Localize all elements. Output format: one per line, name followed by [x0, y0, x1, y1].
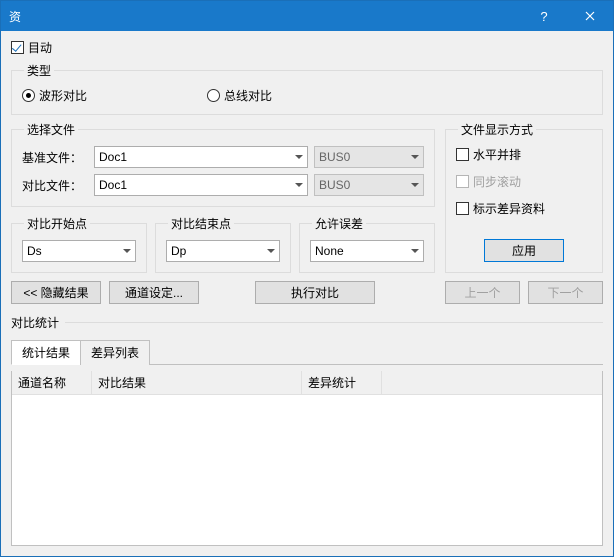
tab-diff-list[interactable]: 差异列表 [80, 340, 150, 365]
table-header: 通道名称 对比结果 差异统计 [12, 371, 602, 395]
checkbox-icon [456, 148, 469, 161]
chevron-down-icon [123, 249, 131, 253]
select-value: BUS0 [319, 150, 350, 164]
tolerance-legend: 允许误差 [312, 215, 366, 232]
button-label: 下一个 [547, 284, 583, 301]
tab-label: 统计结果 [22, 346, 70, 360]
column-spacer [382, 371, 602, 394]
auto-checkbox[interactable]: 目动 [11, 39, 603, 56]
action-row: << 隐藏结果 通道设定... 执行对比 上一个 下一个 [11, 281, 603, 304]
apply-button[interactable]: 应用 [484, 239, 564, 262]
cmp-file-select[interactable]: Doc1 [94, 174, 308, 196]
mid-left: 选择文件 基准文件： Doc1 BUS0 [11, 121, 435, 273]
auto-checkbox-label: 目动 [28, 39, 52, 56]
cmp-file-label: 对比文件： [22, 177, 88, 194]
tolerance-select[interactable]: None [310, 240, 424, 262]
button-label: << 隐藏结果 [23, 284, 88, 301]
tabs: 统计结果 差异列表 [11, 339, 603, 365]
select-value: Doc1 [99, 150, 127, 164]
sync-scroll-checkbox: 同步滚动 [456, 173, 592, 190]
stats-legend: 对比统计 [11, 314, 59, 331]
range-row: 对比开始点 Ds 对比结束点 Dp 允许误差 [11, 215, 435, 273]
tolerance-group: 允许误差 None [299, 215, 435, 273]
result-table: 通道名称 对比结果 差异统计 [11, 371, 603, 546]
column-diff-stats[interactable]: 差异统计 [302, 371, 382, 394]
select-value: Doc1 [99, 178, 127, 192]
column-channel-name[interactable]: 通道名称 [12, 371, 92, 394]
radio-label: 波形对比 [39, 87, 87, 104]
end-group: 对比结束点 Dp [155, 215, 291, 273]
checkbox-icon [456, 175, 469, 188]
mid-panel: 选择文件 基准文件： Doc1 BUS0 [11, 121, 603, 273]
type-legend: 类型 [24, 62, 54, 79]
end-legend: 对比结束点 [168, 215, 234, 232]
close-icon [585, 11, 595, 21]
chevron-down-icon [295, 183, 303, 187]
display-legend: 文件显示方式 [458, 121, 536, 138]
radio-waveform[interactable]: 波形对比 [22, 87, 87, 104]
button-label: 执行对比 [291, 284, 339, 301]
end-select[interactable]: Dp [166, 240, 280, 262]
checkbox-label: 同步滚动 [473, 173, 521, 190]
cmp-bus-select: BUS0 [314, 174, 424, 196]
start-select[interactable]: Ds [22, 240, 136, 262]
button-label: 通道设定... [125, 284, 183, 301]
select-value: None [315, 244, 344, 258]
base-file-select[interactable]: Doc1 [94, 146, 308, 168]
chevron-down-icon [267, 249, 275, 253]
select-value: BUS0 [319, 178, 350, 192]
next-button[interactable]: 下一个 [528, 281, 603, 304]
checkbox-icon [456, 202, 469, 215]
file-legend: 选择文件 [24, 121, 78, 138]
base-file-label: 基准文件： [22, 149, 88, 166]
start-legend: 对比开始点 [24, 215, 90, 232]
select-value: Dp [171, 244, 186, 258]
tab-stats-result[interactable]: 统计结果 [11, 340, 81, 365]
channel-settings-button[interactable]: 通道设定... [109, 281, 199, 304]
radio-label: 总线对比 [224, 87, 272, 104]
chevron-down-icon [411, 249, 419, 253]
checkbox-icon [11, 41, 24, 54]
run-compare-button[interactable]: 执行对比 [255, 281, 375, 304]
file-group: 选择文件 基准文件： Doc1 BUS0 [11, 121, 435, 207]
chevron-down-icon [411, 155, 419, 159]
stats-separator: 对比统计 [11, 314, 603, 331]
checkbox-label: 水平并排 [473, 146, 521, 163]
window-title: 资 [9, 8, 521, 25]
display-group: 文件显示方式 水平并排 同步滚动 标示差异资料 应 [445, 121, 603, 273]
radio-bus[interactable]: 总线对比 [207, 87, 272, 104]
select-value: Ds [27, 244, 42, 258]
spacer [207, 281, 247, 304]
hide-result-button[interactable]: << 隐藏结果 [11, 281, 101, 304]
side-by-side-checkbox[interactable]: 水平并排 [456, 146, 592, 163]
titlebar: 资 ? [1, 1, 613, 31]
dialog-window: 资 ? 目动 类型 波形对比 总线对比 [0, 0, 614, 557]
mid-right: 文件显示方式 水平并排 同步滚动 标示差异资料 应 [445, 121, 603, 273]
chevron-down-icon [411, 183, 419, 187]
prev-button[interactable]: 上一个 [445, 281, 520, 304]
close-button[interactable] [567, 1, 613, 31]
checkbox-label: 标示差异资料 [473, 200, 545, 217]
button-label: 上一个 [464, 284, 500, 301]
radio-icon [207, 89, 220, 102]
base-bus-select: BUS0 [314, 146, 424, 168]
mark-diff-checkbox[interactable]: 标示差异资料 [456, 200, 592, 217]
chevron-down-icon [295, 155, 303, 159]
dialog-body: 目动 类型 波形对比 总线对比 选择文件 [1, 31, 613, 556]
divider [65, 322, 603, 323]
column-compare-result[interactable]: 对比结果 [92, 371, 302, 394]
tab-label: 差异列表 [91, 346, 139, 360]
radio-icon [22, 89, 35, 102]
help-button[interactable]: ? [521, 1, 567, 31]
button-label: 应用 [512, 242, 536, 259]
type-group: 类型 波形对比 总线对比 [11, 62, 603, 115]
start-group: 对比开始点 Ds [11, 215, 147, 273]
